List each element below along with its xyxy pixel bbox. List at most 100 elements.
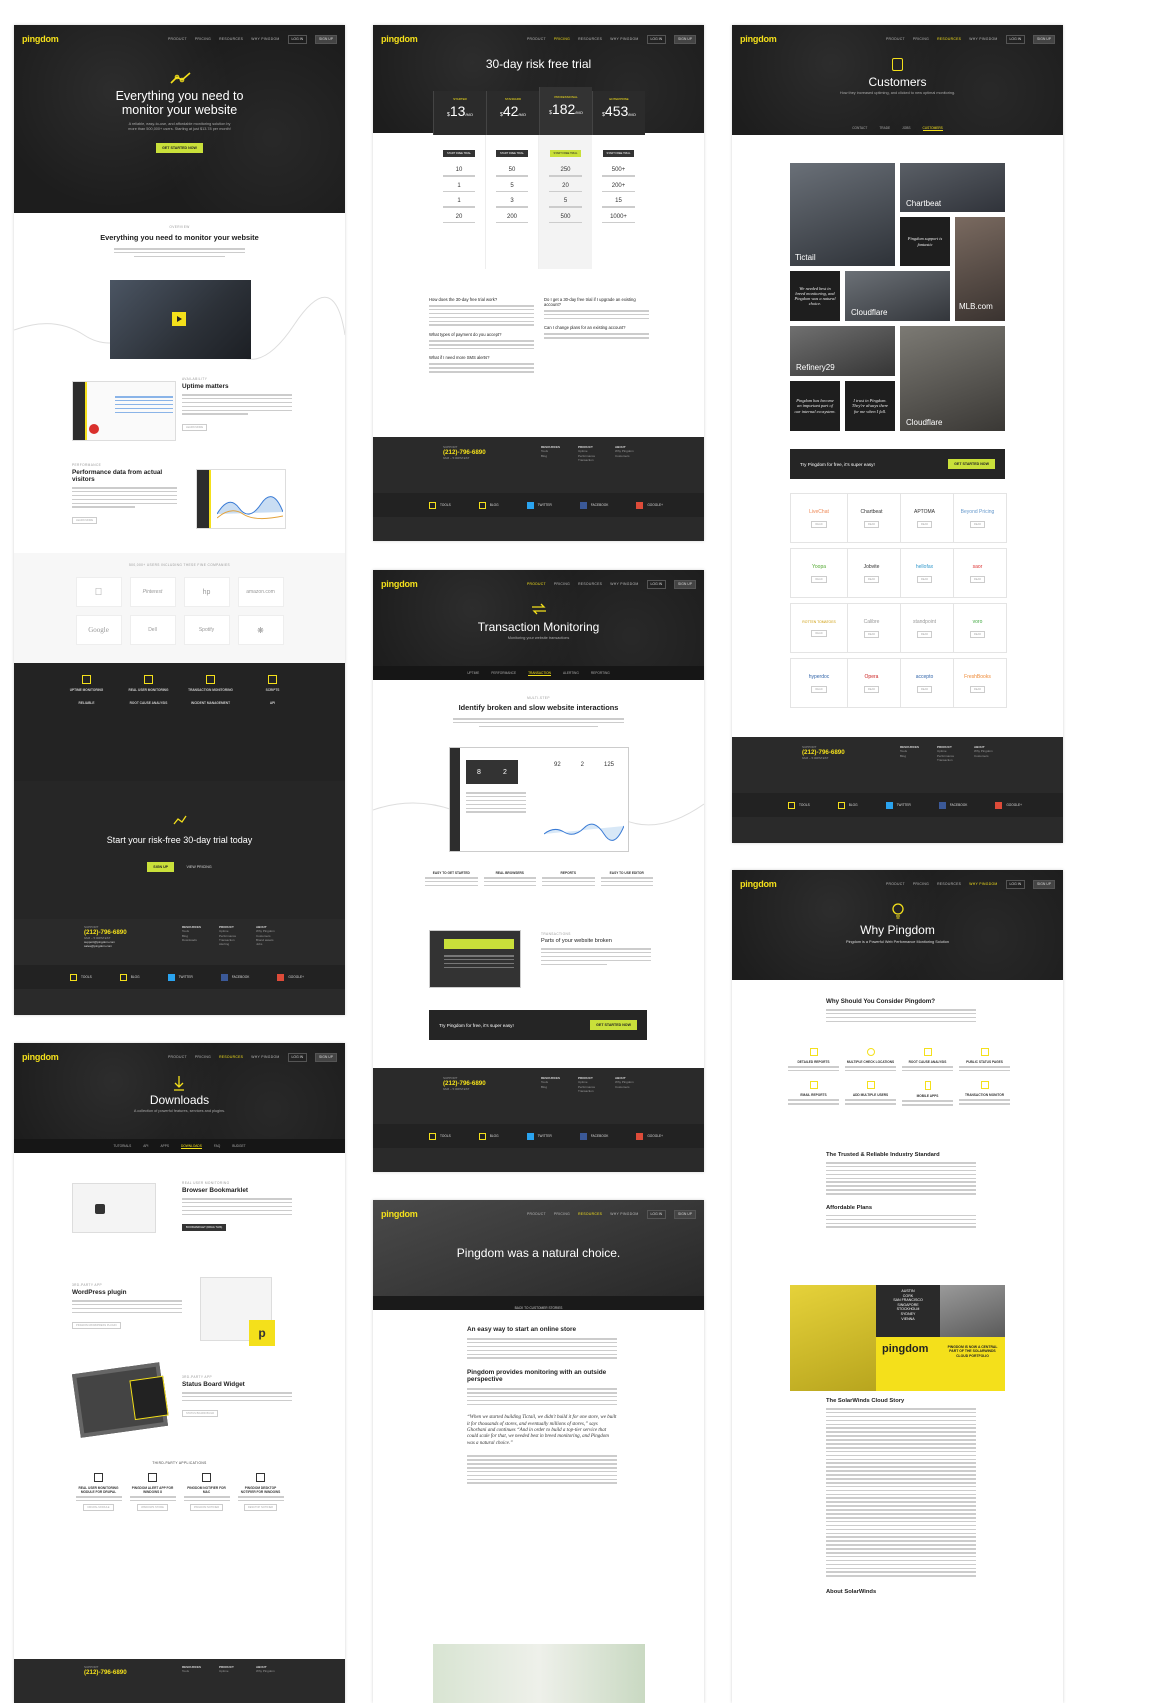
tab-contact[interactable]: CONTACT [852, 126, 867, 130]
footer-facebook[interactable]: FACEBOOK [579, 1132, 608, 1140]
nav-why[interactable]: WHY PINGDOM [610, 1212, 638, 1216]
login-button[interactable]: LOG IN [1005, 879, 1026, 889]
transaction-cta-button[interactable]: GET STARTED NOW [590, 1020, 637, 1030]
login-button[interactable]: LOG IN [646, 1209, 667, 1219]
nav-product[interactable]: PRODUCT [527, 1212, 546, 1216]
nav-product[interactable]: PRODUCT [527, 37, 546, 41]
footer-twitter[interactable]: TWITTER [885, 801, 911, 809]
nav-resources[interactable]: RESOURCES [578, 582, 602, 586]
footer-facebook[interactable]: FACEBOOK [938, 801, 967, 809]
nav-why[interactable]: WHY PINGDOM [251, 1055, 279, 1059]
nav-pricing[interactable]: PRICING [913, 37, 929, 41]
footer-facebook[interactable]: FACEBOOK [220, 973, 249, 981]
footer-google[interactable]: GOOGLE+ [636, 1132, 663, 1140]
footer-tools[interactable]: TOOLS [70, 973, 92, 981]
footer-phone[interactable]: (212)-796-6890 [443, 1080, 486, 1087]
logo-calibre[interactable]: Calibre READ [843, 603, 901, 653]
tab-customers[interactable]: CUSTOMERS [922, 126, 943, 131]
nav-why[interactable]: WHY PINGDOM [610, 37, 638, 41]
nav-pricing[interactable]: PRICING [554, 37, 570, 41]
signup-button[interactable]: SIGN UP [674, 34, 696, 44]
tab-apps[interactable]: APPS [160, 1144, 169, 1148]
footer-phone[interactable]: (212)-796-6890 [84, 1669, 127, 1676]
footer-google[interactable]: GOOGLE+ [277, 973, 304, 981]
footer-twitter[interactable]: TWITTER [167, 973, 193, 981]
nav-product[interactable]: PRODUCT [886, 37, 905, 41]
tab-trade[interactable]: TRADE [879, 126, 890, 130]
logo[interactable]: pingdom [740, 879, 777, 889]
tab-jobs[interactable]: JOBS [902, 126, 910, 130]
starter-trial-button[interactable]: START FREE TRIAL [443, 150, 475, 157]
signup-button[interactable]: SIGN UP [315, 34, 337, 44]
view-pricing-link[interactable]: VIEW PRICING [187, 865, 212, 869]
overview-video[interactable] [110, 280, 251, 359]
signup-button[interactable]: SIGN UP [674, 1209, 696, 1219]
logo[interactable]: pingdom [381, 34, 418, 44]
perf-learn-more-button[interactable]: LEARN MORE [72, 517, 98, 525]
logo-rotten-tomatoes[interactable]: ROTTEN TOMATOES READ [790, 603, 848, 653]
nav-why[interactable]: WHY PINGDOM [251, 37, 279, 41]
footer-blog[interactable]: BLOG [837, 801, 858, 809]
footer-google[interactable]: GOOGLE+ [995, 801, 1022, 809]
nav-pricing[interactable]: PRICING [554, 582, 570, 586]
nav-resources[interactable]: RESOURCES [937, 37, 961, 41]
tab-performance[interactable]: PERFORMANCE [491, 671, 516, 675]
logo[interactable]: pingdom [740, 34, 777, 44]
tab-budget[interactable]: BUDGET [232, 1144, 245, 1148]
bookmarklet-button[interactable]: BOOKMARKLET (DRAG THIS) [182, 1224, 227, 1232]
customers-cta-button[interactable]: GET STARTED NOW [948, 459, 995, 469]
customer-card-refinery29[interactable]: Refinery29 [790, 326, 895, 376]
uptime-learn-more-button[interactable]: LEARN MORE [182, 424, 208, 432]
tab-api[interactable]: API [143, 1144, 148, 1148]
nav-pricing[interactable]: PRICING [195, 37, 211, 41]
footer-blog[interactable]: BLOG [478, 501, 499, 509]
nav-resources[interactable]: RESOURCES [219, 37, 243, 41]
logo-yoopa[interactable]: Yoopa READ [790, 548, 848, 598]
nav-pricing[interactable]: PRICING [195, 1055, 211, 1059]
signup-button[interactable]: SIGN UP [1033, 879, 1055, 889]
tab-uptime[interactable]: UPTIME [467, 671, 479, 675]
footer-twitter[interactable]: TWITTER [526, 501, 552, 509]
logo-accepto[interactable]: accepto READ [896, 658, 954, 708]
desktop-notifier-button[interactable]: DESKTOP NOTIFIER [243, 1504, 278, 1512]
logo[interactable]: pingdom [22, 34, 59, 44]
trial-signup-button[interactable]: SIGN UP [147, 862, 175, 872]
nav-why[interactable]: WHY PINGDOM [610, 582, 638, 586]
nav-resources[interactable]: RESOURCES [937, 882, 961, 886]
login-button[interactable]: LOG IN [646, 579, 667, 589]
enterprise-trial-button[interactable]: START FREE TRIAL [602, 150, 635, 157]
logo-beyond[interactable]: Beyond Pricing READ [949, 493, 1007, 543]
back-to-stories-link[interactable]: BACK TO CUSTOMER STORIES [515, 1306, 563, 1310]
logo-voro[interactable]: voro READ [949, 603, 1007, 653]
footer-twitter[interactable]: TWITTER [526, 1132, 552, 1140]
footer-blog[interactable]: BLOG [119, 973, 140, 981]
tab-tutorials[interactable]: TUTORIALS [113, 1144, 131, 1148]
logo[interactable]: pingdom [381, 579, 418, 589]
login-button[interactable]: LOG IN [287, 34, 308, 44]
statusboard-button[interactable]: STATUS BOARD BUILD [182, 1410, 219, 1418]
logo-standpoint[interactable]: standpoint READ [896, 603, 954, 653]
logo-chartbeat[interactable]: Chartbeat READ [843, 493, 901, 543]
footer-email-2[interactable]: sales@pingdom.com [84, 944, 127, 948]
logo-freshbooks[interactable]: FreshBooks READ [949, 658, 1007, 708]
footer-tools[interactable]: TOOLS [788, 801, 810, 809]
logo-opera[interactable]: Opera READ [843, 658, 901, 708]
nav-why[interactable]: WHY PINGDOM [969, 37, 997, 41]
logo-livechat[interactable]: LiveChat READ [790, 493, 848, 543]
logo-jobvite[interactable]: Jobvite READ [843, 548, 901, 598]
customer-card-mlb[interactable]: MLB.com [955, 217, 1005, 321]
logo-aptoma[interactable]: APTOMA READ [896, 493, 954, 543]
windows-store-button[interactable]: WINDOWS STORE [137, 1504, 168, 1512]
nav-product[interactable]: PRODUCT [527, 582, 546, 586]
logo-hyperdoc[interactable]: hyperdoc READ [790, 658, 848, 708]
tab-reporting[interactable]: REPORTING [591, 671, 610, 675]
nav-why[interactable]: WHY PINGDOM [969, 882, 997, 886]
login-button[interactable]: LOG IN [287, 1052, 308, 1062]
standard-trial-button[interactable]: START FREE TRIAL [496, 150, 528, 157]
wordpress-button[interactable]: PINGDOM WORDPRESS PLUGIN [72, 1322, 121, 1330]
tab-faq[interactable]: FAQ [214, 1144, 220, 1148]
nav-product[interactable]: PRODUCT [168, 37, 187, 41]
footer-phone[interactable]: (212)-796-6890 [84, 929, 127, 936]
nav-resources[interactable]: RESOURCES [219, 1055, 243, 1059]
logo-hellofax[interactable]: hellofax READ [896, 548, 954, 598]
